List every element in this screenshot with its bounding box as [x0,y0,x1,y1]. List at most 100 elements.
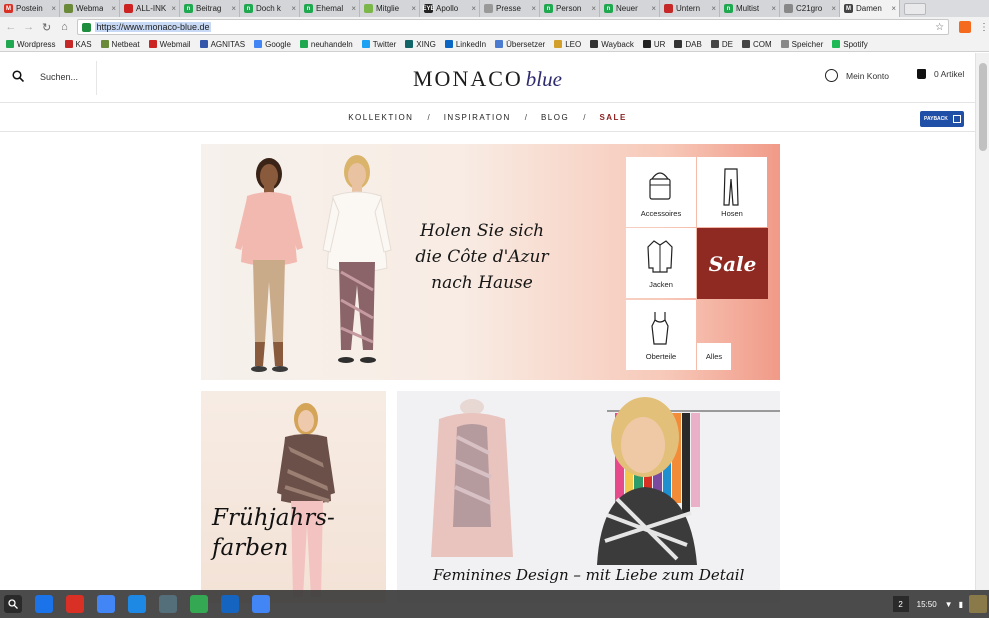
nav-kollektion[interactable]: KOLLEKTION [348,113,413,122]
bookmark-item[interactable]: Wayback [590,40,634,49]
bookmark-item[interactable]: LinkedIn [444,40,486,49]
close-tab-icon[interactable]: × [651,4,656,13]
bookmark-item[interactable]: KAS [64,40,92,49]
bookmark-item[interactable]: Twitter [361,40,396,49]
shelf-app-icon[interactable] [97,595,115,613]
browser-tab[interactable]: EYE Apollo × [420,0,480,17]
close-tab-icon[interactable]: × [411,4,416,13]
shelf-app-icon[interactable] [35,595,53,613]
category-label: Oberteile [645,352,677,361]
browser-menu-icon[interactable]: ⋮ [979,22,989,33]
browser-tab[interactable]: n Doch k × [240,0,300,17]
shelf-app-icon[interactable] [128,595,146,613]
browser-tab[interactable]: Webma × [60,0,120,17]
home-icon[interactable]: ⌂ [58,20,72,34]
bookmark-item[interactable]: COM [741,40,772,49]
search-icon[interactable] [12,70,24,82]
browser-tab[interactable]: C21gro × [780,0,840,17]
category-alles[interactable]: Alles [697,343,731,370]
bookmark-star-icon[interactable]: ☆ [935,22,944,33]
address-bar[interactable]: https://www.monaco-blue.de ☆ [77,19,950,35]
extension-icon[interactable] [959,21,971,33]
account-link[interactable]: Mein Konto [825,69,889,82]
bookmark-item[interactable]: Webmail [148,40,191,49]
promo-left-headline: Frühjahrs- farben [212,503,335,563]
divider [96,61,97,95]
shelf-app-icon[interactable] [159,595,177,613]
close-tab-icon[interactable]: × [171,4,176,13]
cart-link[interactable]: 0 Artikel [917,69,964,79]
bookmark-item[interactable]: Wordpress [6,40,56,49]
notification-badge[interactable]: 2 [892,596,909,612]
category-accessoires[interactable]: Accessoires [626,157,696,227]
clock[interactable]: 15:50 [917,600,937,609]
back-icon[interactable]: ← [4,20,18,34]
launcher-button[interactable] [4,595,22,613]
nav-inspiration[interactable]: INSPIRATION [444,113,511,122]
category-hosen[interactable]: Hosen [697,157,767,227]
bookmark-item[interactable]: Google [254,40,291,49]
promo-spring-colours[interactable]: Frühjahrs- farben [201,391,386,603]
shelf-app-icon[interactable] [221,595,239,613]
search-input[interactable]: Suchen... [40,72,78,82]
close-tab-icon[interactable]: × [591,4,596,13]
bookmark-item[interactable]: UR [642,40,665,49]
bookmark-item[interactable]: Netbeat [100,40,140,49]
search-icon [8,599,18,609]
system-tray[interactable]: 2 15:50 ▼ ▮ [892,594,989,614]
browser-tab[interactable]: ALL-INK × [120,0,180,17]
close-tab-icon[interactable]: × [291,4,296,13]
shelf-app-icon[interactable] [252,595,270,613]
bookmark-favicon-icon [554,40,563,48]
close-tab-icon[interactable]: × [471,4,476,13]
reload-icon[interactable]: ↻ [40,20,54,34]
close-tab-icon[interactable]: × [51,4,56,13]
bookmark-item[interactable]: XING [405,40,436,49]
close-tab-icon[interactable]: × [831,4,836,13]
close-tab-icon[interactable]: × [111,4,116,13]
user-avatar[interactable] [969,595,987,613]
close-tab-icon[interactable]: × [891,4,896,13]
browser-tab[interactable]: M Damen × [840,0,900,17]
bookmark-item[interactable]: DAB [674,40,702,49]
browser-tab[interactable]: Mitglie × [360,0,420,17]
shelf-app-icon[interactable] [190,595,208,613]
promo-feminine-design[interactable]: Feminines Design – mit Liebe zum Detail [397,391,780,603]
new-tab-button[interactable] [904,3,926,15]
site-logo[interactable]: MONACO blue [413,66,562,92]
tab-favicon-icon: n [604,4,613,13]
bookmark-item[interactable]: AGNITAS [199,40,245,49]
nav-sale[interactable]: SALE [599,113,626,122]
shelf-app-icon[interactable] [66,595,84,613]
bookmark-item[interactable]: Speicher [780,40,823,49]
browser-tab[interactable]: n Beitrag × [180,0,240,17]
payback-badge[interactable]: PAYBACK [920,111,964,127]
browser-tab[interactable]: Presse × [480,0,540,17]
browser-tab[interactable]: Untern × [660,0,720,17]
bookmark-item[interactable]: DE [710,40,733,49]
close-tab-icon[interactable]: × [771,4,776,13]
category-oberteile[interactable]: Oberteile [626,300,696,370]
close-tab-icon[interactable]: × [351,4,356,13]
tab-title: Doch k [256,4,281,13]
bookmark-item[interactable]: LEO [554,40,581,49]
close-tab-icon[interactable]: × [231,4,236,13]
category-sale[interactable]: Sale [697,228,768,299]
bookmark-item[interactable]: Übersetzer [495,40,545,49]
browser-tab[interactable]: n Ehemal × [300,0,360,17]
page-scrollbar[interactable] [975,53,989,590]
browser-tab[interactable]: n Person × [540,0,600,17]
browser-tab[interactable]: n Neuer × [600,0,660,17]
bookmark-favicon-icon [590,40,599,48]
forward-icon[interactable]: → [22,20,36,34]
bookmark-item[interactable]: neuhandeln [299,40,353,49]
close-tab-icon[interactable]: × [711,4,716,13]
bookmark-item[interactable]: Spotify [832,40,868,49]
browser-tab[interactable]: n Multist × [720,0,780,17]
url-text[interactable]: https://www.monaco-blue.de [95,22,211,32]
category-jacken[interactable]: Jacken [626,228,696,298]
close-tab-icon[interactable]: × [531,4,536,13]
nav-blog[interactable]: BLOG [541,113,569,122]
browser-tab[interactable]: M Postein × [0,0,60,17]
scrollbar-thumb[interactable] [979,63,987,151]
